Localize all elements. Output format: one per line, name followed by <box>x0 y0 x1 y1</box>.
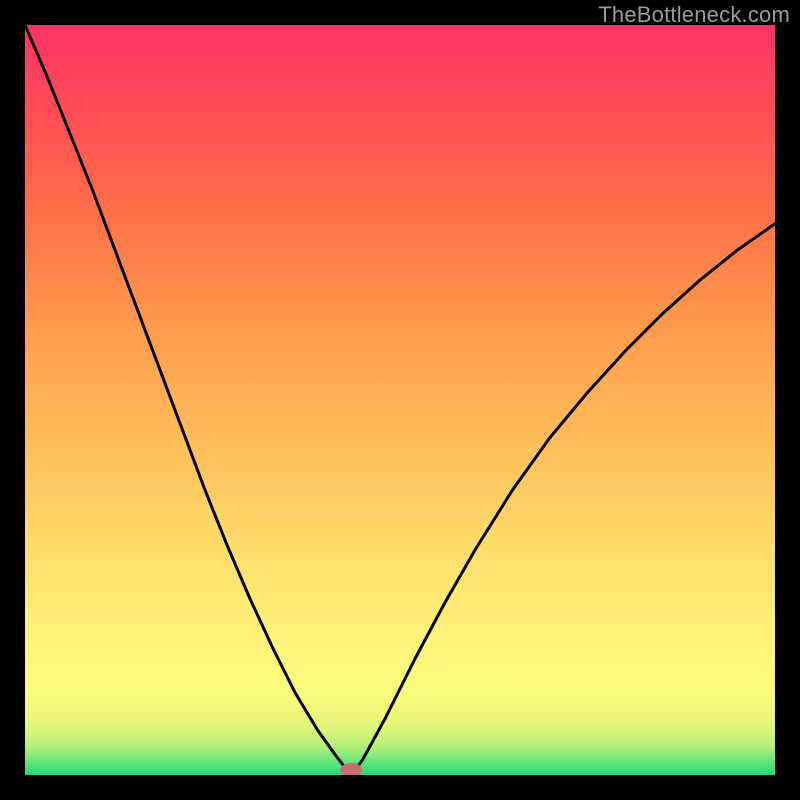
plot-svg <box>25 25 775 775</box>
curve-left-branch <box>25 25 351 775</box>
curve-right-branch <box>351 224 775 775</box>
chart-frame: TheBottleneck.com <box>0 0 800 800</box>
plot-area <box>25 25 775 775</box>
watermark-text: TheBottleneck.com <box>598 2 790 28</box>
